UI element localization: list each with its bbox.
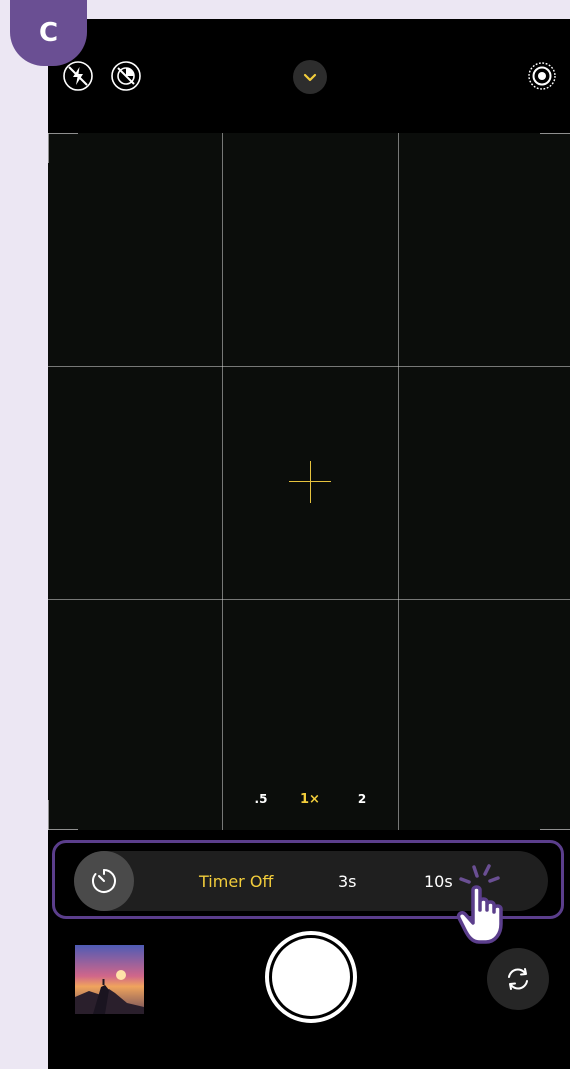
viewfinder[interactable]: .5 1× 2: [48, 133, 570, 830]
zoom-2x-button[interactable]: 2: [348, 785, 376, 813]
step-letter: C: [38, 18, 59, 48]
zoom-label: 1×: [300, 791, 320, 807]
shutter-inner: [272, 938, 350, 1016]
camera-flip-button[interactable]: [487, 948, 549, 1010]
grid-line: [48, 599, 570, 600]
frame-corner: [48, 133, 78, 134]
flash-off-icon[interactable]: [62, 60, 94, 92]
live-photo-icon[interactable]: [526, 60, 558, 92]
chevron-down-icon[interactable]: [293, 60, 327, 94]
grid-line: [48, 366, 570, 367]
zoom-label: 2: [357, 792, 367, 806]
shutter-button[interactable]: [265, 931, 357, 1023]
frame-corner: [48, 800, 49, 830]
photo-thumbnail[interactable]: [75, 945, 144, 1014]
tap-hand-icon: [451, 862, 521, 948]
camera-flip-icon: [508, 968, 528, 990]
frame-corner: [540, 829, 570, 830]
grid-line: [398, 133, 399, 830]
focus-crosshair: [310, 461, 311, 503]
step-badge: C: [10, 0, 87, 66]
frame-corner: [540, 133, 570, 134]
tutorial-page: C .5 1× 2 Timer Off 3s 10s: [0, 0, 570, 1069]
zoom-1x-button[interactable]: 1×: [296, 785, 324, 813]
frame-corner: [48, 133, 49, 163]
frame-corner: [48, 829, 78, 830]
zoom-0-5-button[interactable]: .5: [247, 785, 275, 813]
zoom-label: .5: [254, 792, 268, 806]
live-photo-off-icon[interactable]: [110, 60, 142, 92]
grid-line: [222, 133, 223, 830]
